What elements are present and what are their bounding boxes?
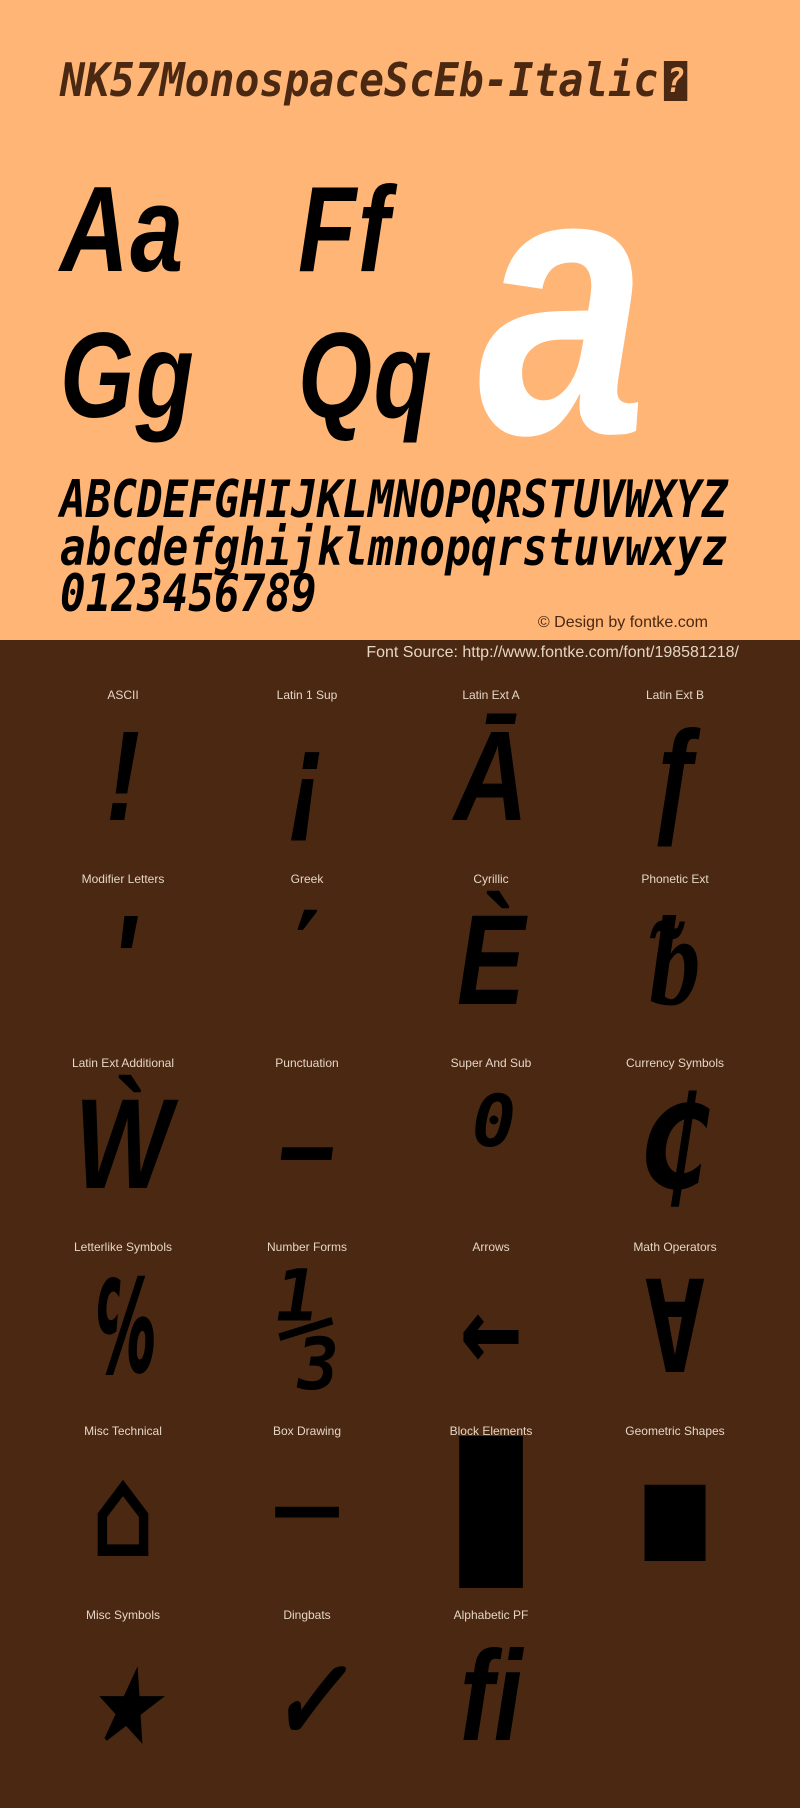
block-glyph: █: [460, 1438, 522, 1587]
block-label: Super And Sub: [450, 1056, 532, 1070]
block-cell-punctuation: Punctuation –: [215, 1048, 399, 1232]
specimen-pair-gg: Gg: [60, 307, 196, 443]
block-cell-dingbats: Dingbats ✓: [215, 1600, 399, 1784]
block-cell-letterlike-symbols: Letterlike Symbols ℅: [31, 1232, 215, 1416]
block-cell-alphabetic-pf: Alphabetic PF ﬁ: [399, 1600, 583, 1784]
block-cell-math-operators: Math Operators ∀: [583, 1232, 767, 1416]
block-glyph: !: [105, 705, 141, 848]
block-cell-phonetic-ext: Phonetic Ext ᵬ: [583, 864, 767, 1048]
block-glyph: ʹ: [110, 889, 136, 1032]
block-cell-arrows: Arrows ←: [399, 1232, 583, 1416]
block-label: Arrows: [472, 1240, 510, 1254]
block-label: Phonetic Ext: [641, 872, 709, 886]
block-cell-greek: Greek ΄: [215, 864, 399, 1048]
block-label: Box Drawing: [272, 1424, 342, 1438]
missing-glyph-icon: ?: [663, 61, 688, 101]
block-glyph: ←: [460, 1254, 522, 1403]
design-credit: © Design by fontke.com: [537, 614, 708, 631]
block-cell-latin-ext-a: Latin Ext A Ā: [399, 680, 583, 864]
block-label: Block Elements: [449, 1424, 533, 1438]
block-label: ASCII: [107, 688, 139, 702]
block-glyph: ∀: [644, 1254, 706, 1403]
block-glyph: Ā: [454, 705, 528, 848]
block-label: Math Operators: [633, 1240, 717, 1254]
block-glyph: ■: [644, 1438, 706, 1587]
block-label: Currency Symbols: [625, 1056, 725, 1070]
block-label: Greek: [290, 872, 324, 886]
block-cell-misc-symbols: Misc Symbols ★: [31, 1600, 215, 1784]
block-glyph: ₵: [644, 1070, 706, 1219]
block-cell-ascii: ASCII!: [31, 680, 215, 864]
block-glyph: ᵬ: [649, 886, 701, 1035]
block-glyph: –: [278, 1073, 336, 1216]
block-glyph: ΄: [289, 889, 325, 1032]
block-label: Latin 1 Sup: [276, 688, 338, 702]
specimen-pair-aa: Aa: [60, 161, 185, 297]
block-cell-box-drawing: Box Drawing ─: [215, 1416, 399, 1600]
block-label: Modifier Letters: [81, 872, 165, 886]
block-label: Punctuation: [275, 1056, 339, 1070]
block-cell-cyrillic: Cyrillic Ѐ: [399, 864, 583, 1048]
block-cell-latin-1-sup: Latin 1 Sup ¡: [215, 680, 399, 864]
hero-glyph: a: [478, 89, 648, 514]
block-glyph: ℅: [92, 1254, 154, 1403]
block-label: Latin Ext B: [645, 688, 705, 702]
block-cell-number-forms: Number Forms ⅓: [215, 1232, 399, 1416]
block-cell-latin-ext-additional: Latin Ext Additional Ẁ: [31, 1048, 215, 1232]
block-glyph: ⅓: [276, 1254, 338, 1403]
block-label: Dingbats: [283, 1608, 331, 1622]
block-cell-latin-ext-b: Latin Ext B ƒ: [583, 680, 767, 864]
block-label: Number Forms: [266, 1240, 347, 1254]
block-cell-misc-technical: Misc Technical ⌂: [31, 1416, 215, 1600]
specimen-pair-qq: Qq: [298, 307, 434, 443]
block-label: Misc Technical: [84, 1424, 162, 1438]
block-label: Cyrillic: [473, 872, 509, 886]
block-glyph: Ẁ: [74, 1073, 172, 1216]
specimen-panel: NK57MonospaceScEb-Italic? Aa Ff Gg Qq a …: [0, 0, 800, 640]
block-glyph: ⌂: [92, 1438, 154, 1587]
digits: 0123456789: [60, 564, 317, 624]
block-cell-super-and-sub: Super And Sub ⁰: [399, 1048, 583, 1232]
block-glyph: ﬁ: [459, 1625, 523, 1768]
font-source-link[interactable]: Font Source: http://www.fontke.com/font/…: [366, 644, 739, 662]
block-glyph: ★: [92, 1622, 154, 1771]
block-cell-geometric-shapes: Geometric Shapes ■: [583, 1416, 767, 1600]
block-cell-block-elements: Block Elements █: [399, 1416, 583, 1600]
block-label: Geometric Shapes: [625, 1424, 725, 1438]
block-cell-modifier-letters: Modifier Letters ʹ: [31, 864, 215, 1048]
block-glyph: ƒ: [646, 705, 704, 848]
specimen-pair-ff: Ff: [298, 161, 391, 297]
unicode-block-grid: ASCII! Latin 1 Sup ¡ Latin Ext A Ā Latin E…: [31, 680, 767, 1784]
block-glyph: ✓: [276, 1622, 338, 1771]
block-glyph: Ѐ: [456, 889, 526, 1032]
block-glyph: ¡: [289, 705, 325, 848]
block-label: Latin Ext A: [462, 688, 520, 702]
block-label: Misc Symbols: [85, 1608, 160, 1622]
block-label: Letterlike Symbols: [73, 1240, 173, 1254]
block-label: Latin Ext Additional: [71, 1056, 175, 1070]
block-label: Alphabetic PF: [453, 1608, 529, 1622]
block-glyph: ─: [276, 1438, 338, 1587]
block-cell-currency-symbols: Currency Symbols ₵: [583, 1048, 767, 1232]
block-glyph: ⁰: [460, 1070, 522, 1219]
